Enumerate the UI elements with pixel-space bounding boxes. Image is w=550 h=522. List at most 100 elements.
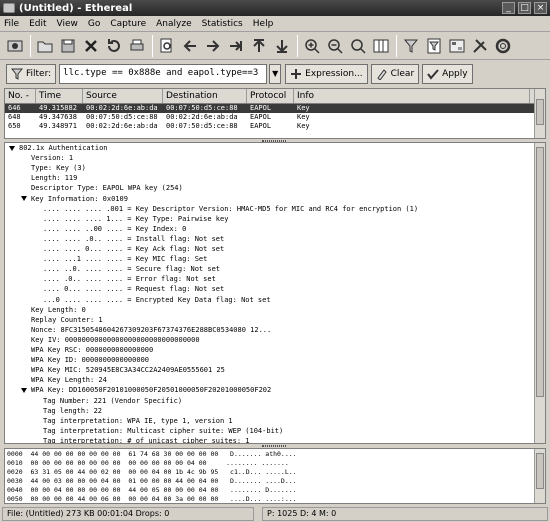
column-header-source[interactable]: Source <box>83 89 163 103</box>
menu-help[interactable]: Help <box>253 19 274 29</box>
details-tree-item[interactable]: Tag Number: 221 (Vendor Specific) <box>33 397 182 406</box>
open-button[interactable] <box>34 35 56 57</box>
details-tree-item[interactable]: .... .... ..00 .... = Key Index: 0 <box>33 225 186 234</box>
packet-row[interactable]: 648 49.347638 00:07:50:d5:ce:88 00:02:2d… <box>5 113 545 122</box>
packet-details[interactable]: 802.1x Authentication Version: 1 Type: Key… <box>4 142 546 444</box>
details-tree-item[interactable]: Key IV: 00000000000000000000000000000000 <box>21 336 200 345</box>
go-to-packet-button[interactable] <box>225 35 247 57</box>
hex-line[interactable]: 0030 44 00 03 00 00 00 04 00 01 00 00 00… <box>7 477 297 486</box>
apply-button[interactable]: Apply <box>422 64 473 84</box>
capture-options-button[interactable] <box>4 35 26 57</box>
details-tree-item[interactable]: Descriptor Type: EAPOL WPA key (254) <box>21 184 183 193</box>
expander-arrow-icon[interactable] <box>21 196 27 201</box>
packet-list-scrollbar[interactable] <box>534 89 545 138</box>
details-tree-item[interactable]: Type: Key (3) <box>21 164 86 173</box>
details-tree-node[interactable]: Key Information: 0x0109 <box>21 195 128 204</box>
filter-input[interactable]: llc.type == 0x888e and eapol.type==3 <box>59 64 268 84</box>
column-header-destination[interactable]: Destination <box>163 89 247 103</box>
column-header-time[interactable]: Time <box>36 89 83 103</box>
details-tree-item[interactable]: .... 0... .... .... = Request flag: Not … <box>33 285 224 294</box>
details-tree-node[interactable]: 802.1x Authentication <box>9 144 108 153</box>
hex-line[interactable]: 0020 63 31 05 00 44 00 02 00 00 00 04 00… <box>7 468 297 477</box>
details-tree-item[interactable]: WPA Key ID: 0000000000000000 <box>21 356 149 365</box>
details-tree-item[interactable]: Tag interpretation: Multicast cipher sui… <box>33 427 283 436</box>
details-tree-item[interactable]: ...0 .... .... .... = Encrypted Key Data… <box>33 296 271 305</box>
details-tree-item[interactable]: .... ..0. .... .... = Secure flag: Not s… <box>33 265 220 274</box>
details-tree-item[interactable]: .... .... .0.. .... = Install flag: Not … <box>33 235 224 244</box>
resize-columns-button[interactable] <box>370 35 392 57</box>
display-filters-button[interactable] <box>423 35 445 57</box>
hex-line[interactable]: 0010 00 00 00 00 00 00 00 00 00 00 00 00… <box>7 459 289 468</box>
details-tree-item[interactable]: WPA Key MIC: 520945E8C3A34CC2A2409AE0555… <box>21 366 225 375</box>
menu-analyze[interactable]: Analyze <box>156 19 191 29</box>
zoom-normal-button[interactable] <box>347 35 369 57</box>
details-tree-item[interactable]: .... .... .... .001 = Key Descriptor Ver… <box>33 205 418 214</box>
help-button[interactable] <box>492 35 514 57</box>
details-tree-item[interactable]: .... .0.. .... .... = Error flag: Not se… <box>33 275 216 284</box>
details-tree-item[interactable]: Nonce: 8FC3150548604267309203F67374376E2… <box>21 326 271 335</box>
details-tree-item[interactable]: Replay Counter: 1 <box>21 316 103 325</box>
minimize-icon[interactable]: _ <box>502 2 515 14</box>
details-tree-item[interactable]: .... ...1 .... .... = Key MIC flag: Set <box>33 255 207 264</box>
column-header-no[interactable]: No. - <box>5 89 36 103</box>
go-forward-button[interactable] <box>202 35 224 57</box>
filter-dropdown[interactable]: ▼ <box>269 64 282 84</box>
zoom-out-button[interactable] <box>324 35 346 57</box>
cell-source: 00:02:2d:6e:ab:da <box>86 104 158 112</box>
capture-filters-button[interactable] <box>400 35 422 57</box>
expander-arrow-icon[interactable] <box>21 387 27 393</box>
expander-arrow-icon[interactable] <box>9 145 15 151</box>
expression-button-label: Expression... <box>305 69 363 79</box>
reload-button[interactable] <box>103 35 125 57</box>
details-tree-item[interactable]: WPA Key Length: 24 <box>21 376 107 385</box>
details-tree-item[interactable]: .... .... .... 1... = Key Type: Pairwise… <box>33 215 228 224</box>
details-scrollbar[interactable] <box>534 143 545 443</box>
hex-line[interactable]: 0000 44 00 00 00 00 00 00 00 61 74 68 30… <box>7 450 297 459</box>
packet-list[interactable]: No. - Time Source Destination Protocol I… <box>4 88 546 139</box>
coloring-rules-button[interactable] <box>446 35 468 57</box>
packet-row[interactable]: 646 49.315882 00:02:2d:6e:ab:da 00:07:50… <box>5 104 545 113</box>
filter-icon <box>11 68 23 80</box>
zoom-in-button[interactable] <box>301 35 323 57</box>
details-tree-item[interactable]: Tag length: 22 <box>33 407 102 416</box>
toolbar-separator <box>152 34 153 57</box>
go-first-button[interactable] <box>248 35 270 57</box>
scrollbar-thumb[interactable] <box>536 99 544 125</box>
go-last-button[interactable] <box>271 35 293 57</box>
filter-button[interactable]: Filter: <box>6 64 57 84</box>
menu-file[interactable]: File <box>4 19 19 29</box>
menu-edit[interactable]: Edit <box>29 19 46 29</box>
details-tree-item[interactable]: Length: 119 <box>21 174 77 183</box>
hex-dump[interactable]: 0000 44 00 00 00 00 00 00 00 61 74 68 30… <box>4 448 546 504</box>
details-tree-item[interactable]: WPA Key RSC: 0000000000000000 <box>21 346 153 355</box>
find-packet-button[interactable] <box>156 35 178 57</box>
close-icon[interactable]: × <box>534 2 547 14</box>
go-back-button[interactable] <box>179 35 201 57</box>
maximize-icon[interactable]: □ <box>518 2 531 14</box>
close-file-button[interactable] <box>80 35 102 57</box>
menu-statistics[interactable]: Statistics <box>202 19 243 29</box>
scrollbar-thumb[interactable] <box>536 147 544 397</box>
packet-row[interactable]: 650 49.348971 00:02:2d:6e:ab:da 00:07:50… <box>5 122 545 131</box>
column-header-info[interactable]: Info <box>294 89 530 103</box>
clear-button[interactable]: Clear <box>370 64 420 84</box>
scrollbar-thumb[interactable] <box>536 453 544 489</box>
details-tree-node[interactable]: WPA Key: DD160050F20101000050F2050100005… <box>21 386 271 395</box>
preferences-button[interactable] <box>469 35 491 57</box>
details-tree-item[interactable]: Key Length: 0 <box>21 306 86 315</box>
menu-go[interactable]: Go <box>88 19 100 29</box>
details-tree-item[interactable]: Tag interpretation: WPA IE, type 1, vers… <box>33 417 233 426</box>
hex-line[interactable]: 0050 00 00 00 00 44 00 06 00 00 00 04 00… <box>7 495 297 503</box>
column-header-protocol[interactable]: Protocol <box>247 89 294 103</box>
save-button[interactable] <box>57 35 79 57</box>
splitter-grip[interactable] <box>262 445 286 447</box>
details-tree-item[interactable]: Version: 1 <box>21 154 73 163</box>
menu-capture[interactable]: Capture <box>110 19 146 29</box>
hex-line[interactable]: 0040 00 00 04 00 00 00 00 00 44 00 05 00… <box>7 486 297 495</box>
print-button[interactable] <box>126 35 148 57</box>
expression-button[interactable]: Expression... <box>285 64 368 84</box>
details-tree-item[interactable]: .... .... 0... .... = Key Ack flag: Not … <box>33 245 224 254</box>
menu-view[interactable]: View <box>57 19 78 29</box>
details-tree-item[interactable]: Tag interpretation: # of unicast cipher … <box>33 437 250 443</box>
hex-scrollbar[interactable] <box>534 449 545 503</box>
